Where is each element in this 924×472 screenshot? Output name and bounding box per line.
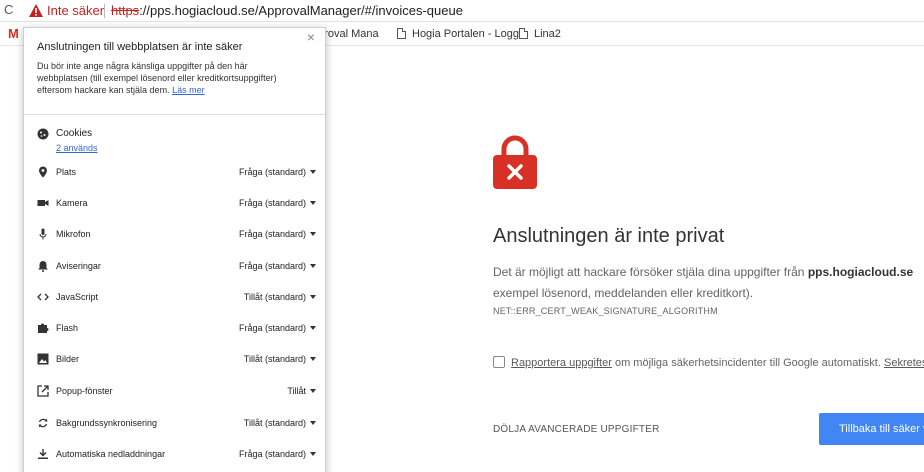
page-icon (519, 28, 528, 39)
warning-icon[interactable] (29, 4, 43, 17)
permission-row-images[interactable]: Bilder Tillåt (standard) (37, 351, 322, 367)
hide-advanced-button[interactable]: DÖLJA AVANCERADE UPPGIFTER (493, 424, 660, 435)
permission-row-flash[interactable]: Flash Fråga (standard) (37, 320, 322, 336)
chevron-down-icon[interactable] (310, 326, 316, 330)
chevron-down-icon[interactable] (310, 452, 316, 456)
permission-label: Bilder (56, 354, 80, 364)
permission-value-dropdown[interactable]: Fråga (standard) (239, 164, 306, 180)
permission-row-camera[interactable]: Kamera Fråga (standard) (37, 195, 322, 211)
chevron-down-icon[interactable] (310, 389, 316, 393)
error-code: NET::ERR_CERT_WEAK_SIGNATURE_ALGORITHM (493, 306, 718, 316)
permission-value-dropdown[interactable]: Fråga (standard) (239, 195, 306, 211)
cookie-icon (37, 128, 49, 140)
bookmark-lina2[interactable]: Lina2 (519, 27, 561, 41)
download-icon (38, 449, 48, 459)
report-checkbox[interactable] (493, 356, 505, 368)
back-to-safety-button[interactable]: Tillbaka till säker v (819, 413, 924, 445)
permission-value-dropdown[interactable]: Tillåt (standard) (244, 351, 306, 367)
chevron-down-icon[interactable] (310, 232, 316, 236)
report-text: om möjliga säkerhetsincidenter till Goog… (611, 357, 884, 369)
divider (104, 4, 105, 18)
chevron-down-icon[interactable] (310, 295, 316, 299)
location-pin-icon (39, 166, 47, 178)
permission-label: JavaScript (56, 292, 99, 302)
chevron-down-icon[interactable] (310, 357, 316, 361)
popup-text-line: webbplatsen (till exempel lösenord eller… (37, 73, 277, 83)
gmail-icon[interactable]: M (8, 27, 19, 41)
report-row: Rapportera uppgifter om möjliga säkerhet… (493, 356, 924, 369)
cookies-label: Cookies (56, 128, 93, 139)
bell-icon (38, 261, 48, 272)
url-scheme: https (111, 3, 140, 18)
security-status-label[interactable]: Inte säker (47, 3, 104, 19)
permission-row-popups[interactable]: Popup-fönster Tillåt (37, 383, 322, 399)
error-description: Det är möjligt att hackare försöker stjä… (493, 262, 924, 304)
permission-value-dropdown[interactable]: Tillåt (standard) (244, 415, 306, 431)
chevron-down-icon[interactable] (310, 201, 316, 205)
page-icon (397, 28, 406, 39)
permission-value-dropdown[interactable]: Fråga (standard) (239, 446, 306, 462)
permission-label: Plats (56, 167, 77, 177)
report-link[interactable]: Rapportera uppgifter (511, 357, 612, 369)
error-title: Anslutningen är inte privat (493, 225, 725, 247)
permission-value-dropdown[interactable]: Tillåt (standard) (244, 289, 306, 305)
lock-error-icon (493, 135, 537, 189)
sync-icon (38, 418, 48, 428)
desc-text-line2: exempel lösenord, meddelanden eller kred… (493, 286, 754, 300)
permission-row-notifications[interactable]: Aviseringar Fråga (standard) (37, 258, 322, 274)
puzzle-icon (38, 323, 49, 333)
chevron-down-icon[interactable] (310, 170, 316, 174)
bookmark-label: Lina2 (534, 28, 561, 40)
permission-value-dropdown[interactable]: Fråga (standard) (239, 320, 306, 336)
code-icon (37, 293, 49, 301)
permission-label: Automatiska nedladdningar (56, 449, 166, 459)
camera-icon (37, 200, 49, 206)
permission-label: Kamera (56, 198, 88, 208)
permission-label: Bakgrundssynkronisering (56, 418, 158, 428)
chevron-down-icon[interactable] (310, 264, 316, 268)
bookmark-hogia-portalen[interactable]: Hogia Portalen - Logg (397, 27, 519, 41)
popup-text-line: Du bör inte ange några känsliga uppgifte… (37, 61, 248, 71)
address-bar[interactable]: C Inte säker https://pps.hogiacloud.se/A… (0, 0, 924, 22)
permission-row-microphone[interactable]: Mikrofon Fråga (standard) (37, 226, 322, 242)
permission-label: Aviseringar (56, 261, 101, 271)
privacy-link[interactable]: Sekretess (884, 357, 924, 369)
permission-row-location[interactable]: Plats Fråga (standard) (37, 164, 322, 180)
popup-warning-text: Du bör inte ange några känsliga uppgifte… (37, 60, 322, 96)
permission-label: Mikrofon (56, 229, 91, 239)
permission-value-dropdown[interactable]: Tillåt (287, 383, 306, 399)
popup-icon (37, 385, 49, 397)
desc-host: pps.hogiacloud.se (807, 265, 914, 279)
close-icon[interactable]: × (307, 29, 315, 45)
permission-label: Popup-fönster (56, 386, 113, 396)
popup-text-line: eftersom hackare kan stjäla dem. (37, 85, 170, 95)
learn-more-link[interactable]: Läs mer (172, 85, 205, 95)
permission-row-background-sync[interactable]: Bakgrundssynkronisering Tillåt (standard… (37, 415, 322, 431)
chevron-down-icon[interactable] (310, 421, 316, 425)
permission-row-downloads[interactable]: Automatiska nedladdningar Fråga (standar… (37, 446, 322, 462)
cookies-row: Cookies (37, 126, 322, 142)
permission-label: Flash (56, 323, 79, 333)
url-text[interactable]: https://pps.hogiacloud.se/ApprovalManage… (111, 3, 463, 19)
url-path: ://pps.hogiacloud.se/ApprovalManager/#/i… (139, 3, 463, 18)
permission-row-javascript[interactable]: JavaScript Tillåt (standard) (37, 289, 322, 305)
site-info-popup: × Anslutningen till webbplatsen är inte … (23, 27, 326, 472)
microphone-icon (39, 228, 47, 240)
image-icon (37, 353, 49, 365)
popup-title: Anslutningen till webbplatsen är inte sä… (37, 41, 243, 53)
divider (24, 114, 325, 115)
reload-icon[interactable]: C (4, 2, 18, 18)
permission-value-dropdown[interactable]: Fråga (standard) (239, 226, 306, 242)
bookmark-label: Hogia Portalen - Logg (412, 28, 520, 40)
desc-text: Det är möjligt att hackare försöker stjä… (493, 265, 808, 279)
permission-value-dropdown[interactable]: Fråga (standard) (239, 258, 306, 274)
cookies-in-use-link[interactable]: 2 används (56, 143, 98, 153)
